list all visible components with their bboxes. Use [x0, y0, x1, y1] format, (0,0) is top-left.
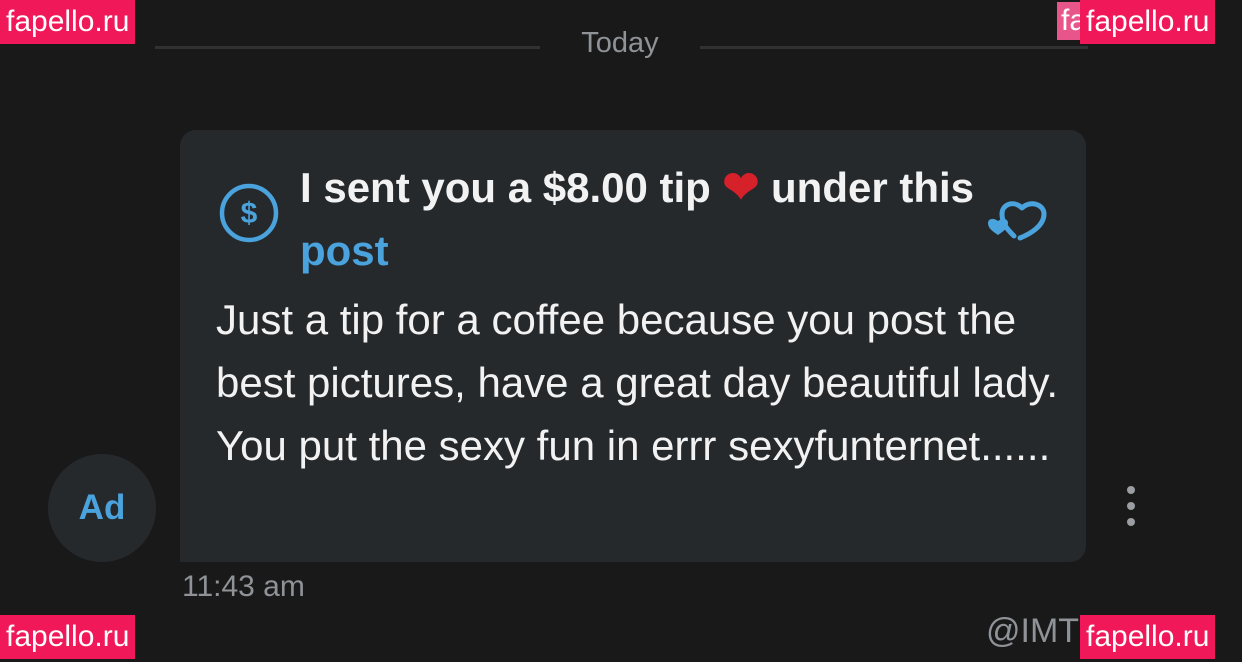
more-dot	[1127, 518, 1135, 526]
svg-text:$: $	[241, 197, 258, 230]
more-dot	[1127, 486, 1135, 494]
watermark-bottom-right: fapello.ru	[1080, 615, 1216, 659]
hearts-icon[interactable]	[984, 186, 1050, 242]
date-separator: Today	[581, 27, 659, 59]
message-text: Just a tip for a coffee because you post…	[216, 296, 1059, 469]
tip-title: I sent you a $8.00 tip ❤ under this post	[300, 156, 990, 282]
more-vertical-icon[interactable]	[1116, 486, 1146, 526]
date-divider-left	[155, 46, 540, 49]
tip-title-text-middle: under this	[759, 164, 975, 211]
dollar-circle-icon: $	[219, 183, 279, 243]
message-timestamp: 11:43 am	[182, 570, 305, 603]
post-link[interactable]: post	[300, 227, 389, 274]
avatar[interactable]: Ad	[48, 454, 156, 562]
message-bubble: $ I sent you a $8.00 tip ❤ under this po…	[180, 130, 1086, 562]
avatar-initials: Ad	[78, 488, 126, 527]
watermark-top-right: fapello.ru	[1080, 0, 1216, 44]
tip-title-text: I sent you a $8.00 tip	[300, 164, 723, 211]
heart-emoji: ❤	[722, 163, 760, 212]
more-dot	[1127, 502, 1135, 510]
watermark-bottom-left: fapello.ru	[0, 615, 136, 659]
date-divider-right	[700, 46, 1088, 49]
user-handle: @IMT	[986, 612, 1080, 650]
watermark-top-left: fapello.ru	[0, 0, 136, 44]
